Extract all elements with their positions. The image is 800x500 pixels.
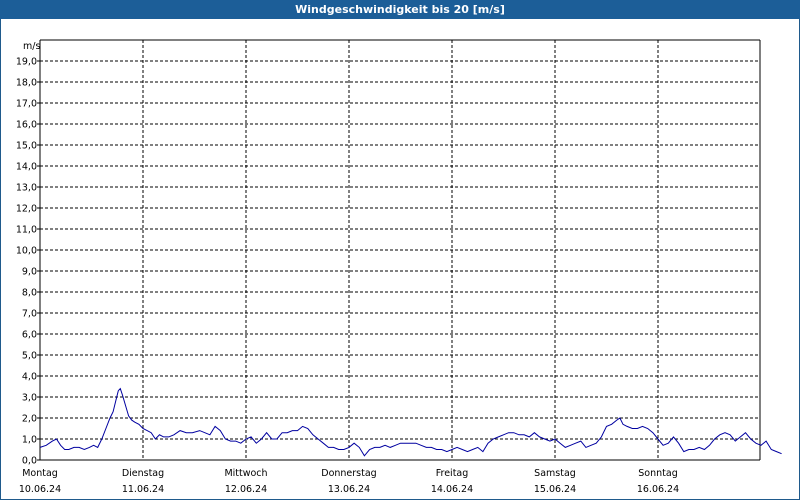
y-tick-label: 7,0 (22, 309, 37, 320)
y-tick-label: 11,0 (16, 225, 37, 236)
y-tick-label: 9,0 (22, 267, 37, 278)
x-tick-day-label: Sonntag (638, 468, 677, 479)
x-tick-date-label: 14.06.24 (431, 484, 473, 495)
y-tick-label: 4,0 (22, 372, 37, 383)
y-tick-label: 18,0 (16, 78, 37, 89)
x-tick-labels: Montag 10.06.24 Dienstag 11.06.24 Mittwoch 12… (19, 468, 679, 495)
x-tick-day-label: Montag (22, 468, 58, 479)
x-tick-date-label: 13.06.24 (328, 484, 370, 495)
y-tick-label: 6,0 (22, 330, 37, 341)
y-tick-label: 3,0 (22, 393, 37, 404)
y-tick-label: 10,0 (16, 246, 37, 257)
x-tick-date-label: 10.06.24 (19, 484, 61, 495)
x-tick-day-label: Freitag (436, 468, 469, 479)
x-tick-day-label: Samstag (534, 468, 576, 479)
x-tick-day-label: Mittwoch (224, 468, 267, 479)
y-tick-label: 13,0 (16, 183, 37, 194)
x-tick-day-label: Dienstag (122, 468, 164, 479)
y-axis-unit-label: m/s (23, 41, 40, 52)
y-tick-label: 14,0 (16, 162, 37, 173)
x-tick-date-label: 12.06.24 (225, 484, 267, 495)
y-tick-labels: 0,0 1,0 2,0 3,0 4,0 5,0 6,0 7,0 8,0 9,0 10,0 11,0 12… (16, 57, 40, 467)
y-tick-label: 1,0 (22, 435, 37, 446)
wind-speed-chart: 0,0 1,0 2,0 3,0 4,0 5,0 6,0 7,0 8,0 9,0 10,0 11,0 12… (16, 39, 782, 495)
y-tick-label: 15,0 (16, 141, 37, 152)
y-tick-label: 16,0 (16, 120, 37, 131)
y-tick-label: 8,0 (22, 288, 37, 299)
y-tick-label: 0,0 (22, 456, 37, 467)
x-tick-date-label: 16.06.24 (637, 484, 679, 495)
y-tick-label: 2,0 (22, 414, 37, 425)
y-tick-label: 12,0 (16, 204, 37, 215)
y-tick-label: 19,0 (16, 57, 37, 68)
x-tick-date-label: 15.06.24 (534, 484, 576, 495)
x-tick-date-label: 11.06.24 (122, 484, 164, 495)
x-tick-day-label: Donnerstag (321, 468, 376, 479)
y-tick-label: 17,0 (16, 99, 37, 110)
y-tick-label: 5,0 (22, 351, 37, 362)
